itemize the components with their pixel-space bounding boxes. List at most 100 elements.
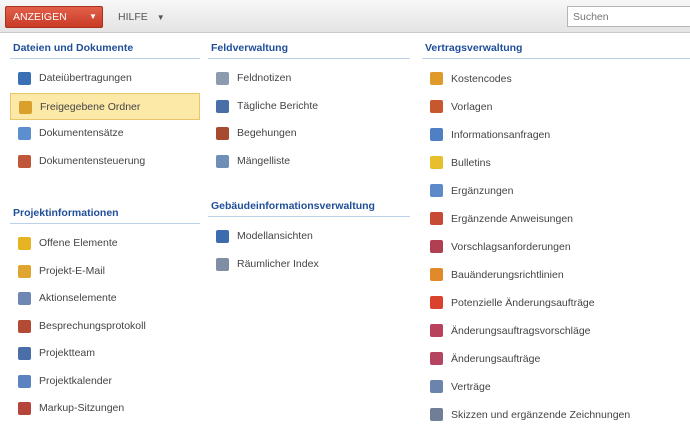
cost-codes-icon: [430, 72, 443, 85]
list-item-label: Projekt-E-Mail: [39, 264, 105, 277]
potential-change-orders-icon: [430, 296, 443, 309]
list-item[interactable]: Projekt-E-Mail: [10, 258, 200, 286]
list-item[interactable]: Vorschlagsanforderungen: [422, 233, 690, 261]
list-item-label: Informationsanfragen: [451, 129, 551, 141]
meeting-minutes-icon: [18, 319, 31, 333]
list-item[interactable]: Freigegebene Ordner: [10, 92, 200, 120]
hilfe-label: HILFE: [118, 11, 148, 23]
list-item[interactable]: Änderungsaufträge: [422, 345, 690, 373]
section-title: Feldverwaltung: [208, 39, 410, 59]
list-item[interactable]: Mängelliste: [208, 148, 410, 176]
list-item-label: Verträge: [451, 381, 491, 393]
list-item-label: Markup-Sitzungen: [39, 402, 125, 414]
proposal-requests-icon: [430, 240, 443, 253]
list-item[interactable]: Potenzielle Änderungsaufträge: [422, 289, 690, 317]
shared-folder-icon: [19, 100, 32, 114]
list-item[interactable]: Kostencodes: [422, 65, 690, 93]
list-item-label: Projektkalender: [39, 374, 112, 387]
list-item-label: Projektteam: [39, 347, 96, 359]
list-item[interactable]: Begehungen: [208, 120, 410, 148]
list-item-label: Offene Elemente: [39, 237, 118, 249]
list-item-label: Dateiübertragungen: [39, 72, 132, 84]
list-item-label: Ergänzungen: [451, 185, 514, 197]
list-item[interactable]: Räumlicher Index: [208, 251, 410, 279]
list-item[interactable]: Ergänzungen: [422, 177, 690, 205]
list-item[interactable]: Projektteam: [10, 340, 200, 368]
list-item-label: Änderungsaufträge: [451, 353, 541, 365]
item-list: Kostencodes Vorlagen Informationsanfragen B…: [422, 65, 690, 429]
change-order-proposals-icon: [430, 324, 443, 337]
section-title: Projektinformationen: [10, 204, 200, 224]
list-item[interactable]: Dokumentensteuerung: [10, 148, 200, 176]
project-calendar-icon: [18, 374, 31, 388]
list-item[interactable]: Informationsanfragen: [422, 121, 690, 149]
list-item-label: Bauänderungsrichtlinien: [451, 269, 564, 281]
project-team-icon: [18, 347, 31, 360]
list-item[interactable]: Verträge: [422, 373, 690, 401]
list-item[interactable]: Feldnotizen: [208, 65, 410, 93]
list-item[interactable]: Bauänderungsrichtlinien: [422, 261, 690, 289]
open-items-icon: [18, 237, 31, 250]
file-transfer-icon: [18, 72, 31, 85]
list-item-label: Freigegebene Ordner: [40, 100, 141, 113]
section-vertrag: Vertragsverwaltung Kostencodes Vorlagen In…: [422, 39, 690, 429]
list-item[interactable]: Besprechungsprotokoll: [10, 313, 200, 341]
item-list: Dateiübertragungen Freigegebene Ordner Dok…: [10, 65, 200, 175]
section-gebaeude: Gebäudeinformationsverwaltung Modellansi…: [208, 197, 410, 278]
list-item-label: Feldnotizen: [237, 72, 292, 84]
change-orders-icon: [430, 352, 443, 365]
walkthroughs-icon: [216, 127, 229, 140]
section-title: Dateien und Dokumente: [10, 39, 200, 59]
list-item[interactable]: Tägliche Berichte: [208, 93, 410, 121]
sketches-icon: [430, 408, 443, 421]
anzeigen-label: ANZEIGEN: [13, 11, 67, 23]
punch-list-icon: [216, 154, 229, 168]
contracts-icon: [430, 380, 443, 393]
item-list: Feldnotizen Tägliche Berichte Begehungen Mä…: [208, 65, 410, 175]
search-input[interactable]: [567, 6, 690, 27]
change-directives-icon: [430, 268, 443, 281]
list-item[interactable]: Modellansichten: [208, 223, 410, 251]
supplemental-instructions-icon: [430, 212, 443, 225]
item-list: Modellansichten Räumlicher Index: [208, 223, 410, 278]
list-item-label: Besprechungsprotokoll: [39, 319, 146, 332]
supplements-icon: [430, 184, 443, 197]
list-item[interactable]: Projektkalender: [10, 368, 200, 396]
list-item-label: Bulletins: [451, 157, 491, 169]
list-item[interactable]: Offene Elemente: [10, 230, 200, 258]
list-item-label: Dokumentensteuerung: [39, 154, 146, 167]
list-item[interactable]: Markup-Sitzungen: [10, 395, 200, 423]
list-item-label: Vorschlagsanforderungen: [451, 241, 571, 253]
list-item-label: Mängelliste: [237, 154, 291, 167]
document-control-icon: [18, 154, 31, 168]
list-item-label: Modellansichten: [237, 230, 313, 242]
rfi-icon: [430, 128, 443, 141]
list-item[interactable]: Bulletins: [422, 149, 690, 177]
model-views-icon: [216, 230, 229, 243]
list-item-label: Tägliche Berichte: [237, 99, 319, 112]
hilfe-menu-button[interactable]: HILFE ▼: [118, 6, 165, 28]
list-item-label: Begehungen: [237, 127, 297, 139]
section-dateien: Dateien und Dokumente Dateiübertragungen…: [10, 39, 200, 175]
section-feld: Feldverwaltung Feldnotizen Tägliche Beric…: [208, 39, 410, 175]
list-item[interactable]: Ergänzende Anweisungen: [422, 205, 690, 233]
section-title: Vertragsverwaltung: [422, 39, 690, 59]
list-item-label: Potenzielle Änderungsaufträge: [451, 297, 595, 309]
daily-reports-icon: [216, 99, 229, 113]
list-item[interactable]: Änderungsauftragsvorschläge: [422, 317, 690, 345]
list-item-label: Änderungsauftragsvorschläge: [451, 325, 591, 337]
list-item-label: Kostencodes: [451, 73, 512, 85]
list-item[interactable]: Vorlagen: [422, 93, 690, 121]
section-title: Gebäudeinformationsverwaltung: [208, 197, 410, 217]
anzeigen-menu-button[interactable]: ANZEIGEN ▼: [5, 6, 103, 28]
field-notes-icon: [216, 72, 229, 85]
list-item[interactable]: Dokumentensätze: [10, 120, 200, 148]
list-item[interactable]: Aktionselemente: [10, 285, 200, 313]
list-item-label: Ergänzende Anweisungen: [451, 213, 574, 225]
document-sets-icon: [18, 127, 31, 140]
list-item[interactable]: Dateiübertragungen: [10, 65, 200, 93]
chevron-down-icon: ▼: [89, 12, 97, 21]
list-item[interactable]: Skizzen und ergänzende Zeichnungen: [422, 401, 690, 429]
section-projekt: Projektinformationen Offene Elemente Proj…: [10, 204, 200, 423]
spatial-index-icon: [216, 257, 229, 271]
